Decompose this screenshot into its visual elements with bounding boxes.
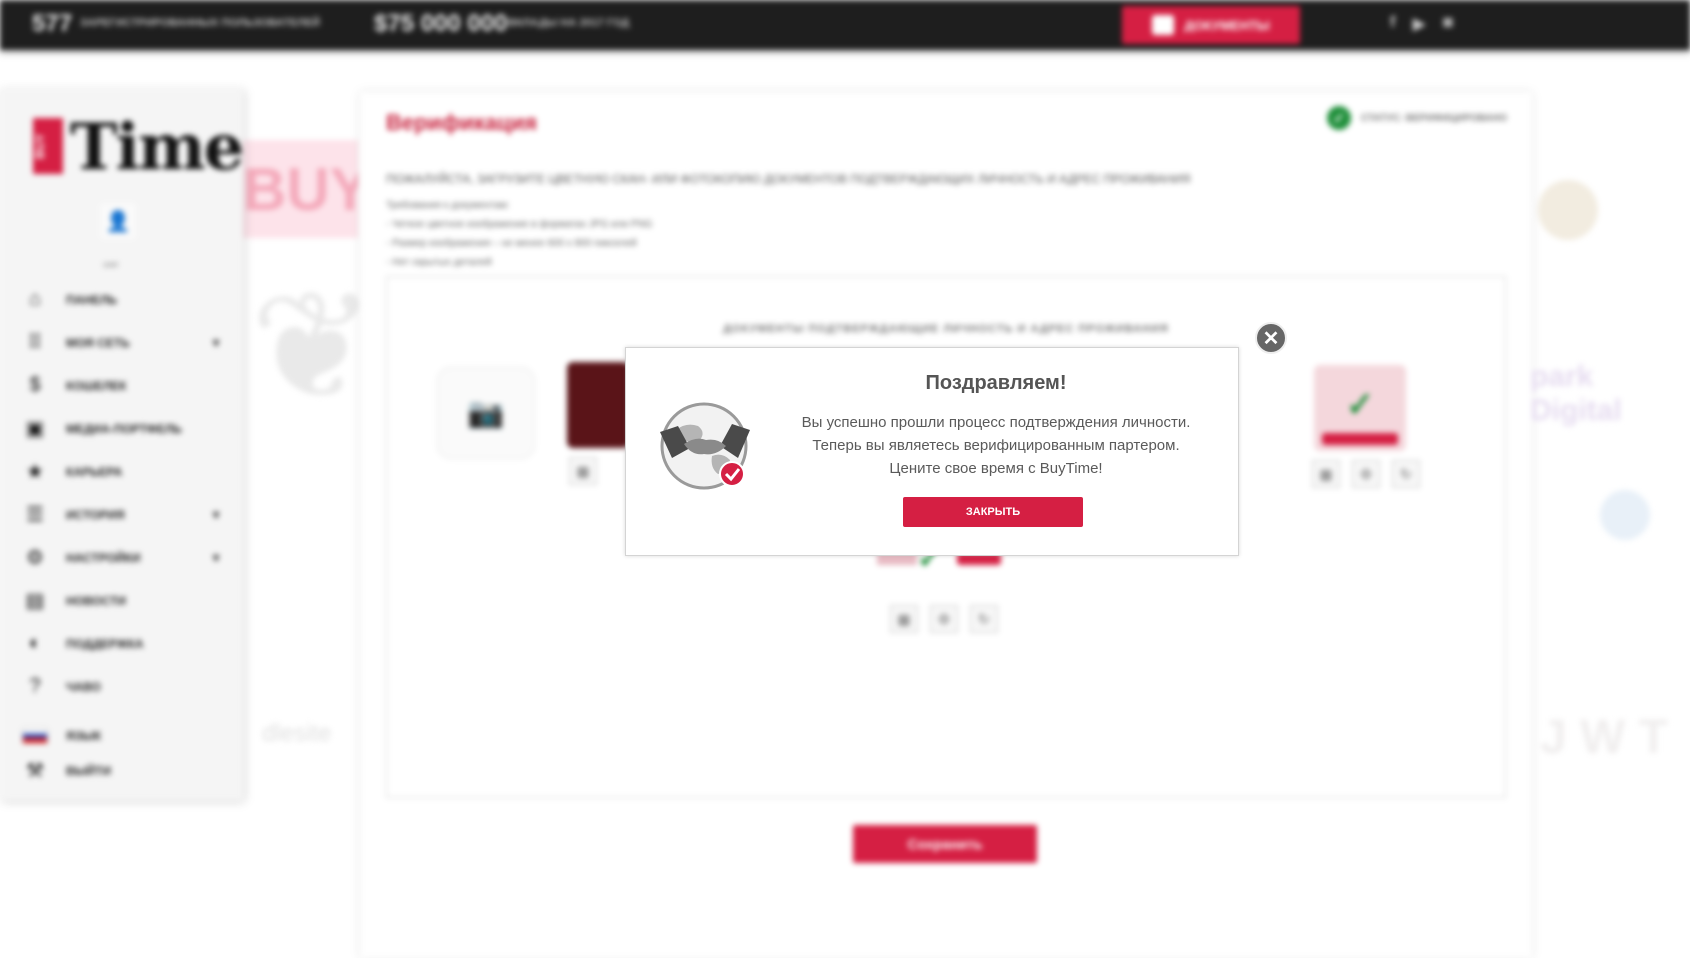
- save-button[interactable]: Сохранить: [853, 825, 1037, 863]
- sidebar-item-wallet[interactable]: $ КОШЕЛЕК: [22, 364, 232, 407]
- chevron-down-icon: ▼: [210, 507, 222, 522]
- sidebar: BUY Time 👤 user ⌂ ПАНЕЛЬ ⠿ МОЯ СЕТЬ ▼ $ КОШЕ…: [0, 88, 244, 800]
- sidebar-item-panel[interactable]: ⌂ ПАНЕЛЬ: [22, 278, 232, 321]
- sidebar-item-support[interactable]: ◐ ПОДДЕРЖКА: [22, 622, 232, 665]
- dollar-icon: $: [29, 374, 41, 396]
- avatar[interactable]: 👤: [100, 203, 136, 239]
- thumbnail-tools: ▦: [569, 457, 597, 485]
- sidebar-item-settings[interactable]: ⚙ НАСТРОЙКИ ▼: [22, 536, 232, 579]
- crop-icon[interactable]: ▦: [1312, 460, 1340, 488]
- thumbnail-tools: ▦ ⚙ ↻: [890, 605, 998, 633]
- success-modal: Поздравляем! Вы успешно прошли процесс п…: [625, 347, 1239, 556]
- check-icon: ✓: [1346, 386, 1375, 424]
- chevron-down-icon: ▼: [210, 550, 222, 565]
- upload-instruction: ПОЖАЛУЙСТА, ЗАГРУЗИТЕ ЦВЕТНУЮ СКАН- ИЛИ …: [386, 172, 1191, 186]
- status-badge: ✓ СТАТУС: ВЕРИФИЦИРОВАНО: [1326, 106, 1507, 130]
- list-icon: ☰: [26, 504, 44, 526]
- news-icon: ▤: [25, 590, 45, 612]
- chevron-down-icon: ▼: [210, 335, 222, 350]
- sidebar-item-logout[interactable]: ⚒ ВЫЙТИ: [22, 753, 232, 788]
- documents-label: ДОКУМЕНТЫ: [1184, 17, 1270, 33]
- rotate-icon[interactable]: ↻: [970, 605, 998, 633]
- flag-icon: [22, 727, 48, 744]
- sidebar-item-career[interactable]: ★ КАРЬЕРА: [22, 450, 232, 493]
- key-icon: ⚒: [26, 760, 44, 782]
- gear-icon[interactable]: ⚙: [1352, 460, 1380, 488]
- camera-icon: 📷: [467, 396, 505, 430]
- sidebar-item-network[interactable]: ⠿ МОЯ СЕТЬ ▼: [22, 321, 232, 364]
- sidebar-item-media[interactable]: ▣ МЕДИА-ПОРТФЕЛЬ: [22, 407, 232, 450]
- modal-close-icon[interactable]: ✕: [1255, 322, 1287, 354]
- modal-message-line: Вы успешно прошли процесс подтверждения …: [801, 414, 1191, 431]
- deposits-amount: $75 000 000: [374, 10, 508, 37]
- users-label: ЗАРЕГИСТРИРОВАННЫХ ПОЛЬЗОВАТЕЛЕЙ: [80, 17, 321, 29]
- requirements: Требования к документам: - Четкое цветно…: [386, 200, 653, 268]
- document-thumbnail[interactable]: [567, 362, 629, 448]
- watermark-dlesite: dlesite: [262, 720, 332, 747]
- rotate-icon[interactable]: ↻: [1392, 460, 1420, 488]
- gear-icon: ⚙: [26, 547, 44, 569]
- users-count: 577: [32, 10, 73, 37]
- ornament-icon: ❦: [250, 260, 376, 434]
- sidebar-nav: ⌂ ПАНЕЛЬ ⠿ МОЯ СЕТЬ ▼ $ КОШЕЛЕК ▣ МЕДИА-ПОРТФ…: [22, 278, 232, 788]
- document-thumbnail-verified[interactable]: ✓: [1314, 365, 1406, 451]
- sidebar-item-faq[interactable]: ? ЧАВО: [22, 665, 232, 708]
- crop-icon[interactable]: ▦: [569, 457, 597, 485]
- gear-icon[interactable]: ⚙: [930, 605, 958, 633]
- support-icon: ◐: [28, 632, 42, 654]
- sidebar-item-news[interactable]: ▤ НОВОСТИ: [22, 579, 232, 622]
- gift-icon: [1152, 15, 1175, 35]
- deposits-label: ВКЛАДЫ НА 2017 ГОД: [508, 17, 630, 29]
- top-bar: 577 ЗАРЕГИСТРИРОВАННЫХ ПОЛЬЗОВАТЕЛЕЙ $75…: [0, 0, 1690, 50]
- youtube-icon[interactable]: ▶: [1413, 14, 1425, 34]
- facebook-icon[interactable]: f: [1390, 14, 1395, 32]
- sidebar-item-language[interactable]: ЯЗЫК: [22, 718, 232, 753]
- user-icon: 👤: [105, 210, 131, 233]
- page-title: Верификация: [386, 110, 537, 135]
- watermark-jwt: J W T: [1540, 711, 1668, 764]
- partner-logo: [1600, 490, 1650, 540]
- username: user: [103, 260, 119, 269]
- question-icon: ?: [29, 675, 41, 697]
- close-button[interactable]: ЗАКРЫТЬ: [903, 497, 1083, 527]
- globe-handshake-icon: [660, 402, 750, 490]
- instagram-icon[interactable]: ◙: [1443, 14, 1453, 32]
- briefcase-icon: ▣: [25, 418, 45, 440]
- documents-button[interactable]: ДОКУМЕНТЫ: [1122, 6, 1300, 44]
- camera-upload-button[interactable]: 📷: [437, 367, 535, 459]
- star-icon: ★: [26, 461, 44, 483]
- thumbnail-tools: ▦ ⚙ ↻: [1312, 460, 1420, 488]
- watermark-spark-digital: park Digital: [1530, 360, 1622, 427]
- crop-icon[interactable]: ▦: [890, 605, 918, 633]
- modal-message-line: Теперь вы являетесь верифицированным пар…: [812, 437, 1180, 454]
- watermark-buy: BUY: [243, 140, 358, 238]
- sidebar-item-history[interactable]: ☰ ИСТОРИЯ ▼: [22, 493, 232, 536]
- check-circle-icon: ✓: [1326, 106, 1351, 130]
- modal-title: Поздравляем!: [925, 372, 1067, 394]
- network-icon: ⠿: [27, 332, 43, 354]
- home-icon: ⌂: [28, 288, 42, 310]
- upload-title: ДОКУМЕНТЫ ПОДТВЕРЖДАЮЩИЕ ЛИЧНОСТЬ И АДРЕ…: [723, 323, 1169, 335]
- partner-logo: [1538, 180, 1598, 240]
- status-text: СТАТУС: ВЕРИФИЦИРОВАНО: [1360, 112, 1507, 124]
- modal-message-line: Цените свое время с BuyTime!: [889, 460, 1103, 477]
- logo-buy: BUY: [33, 118, 63, 174]
- logo-time: Time: [70, 110, 244, 185]
